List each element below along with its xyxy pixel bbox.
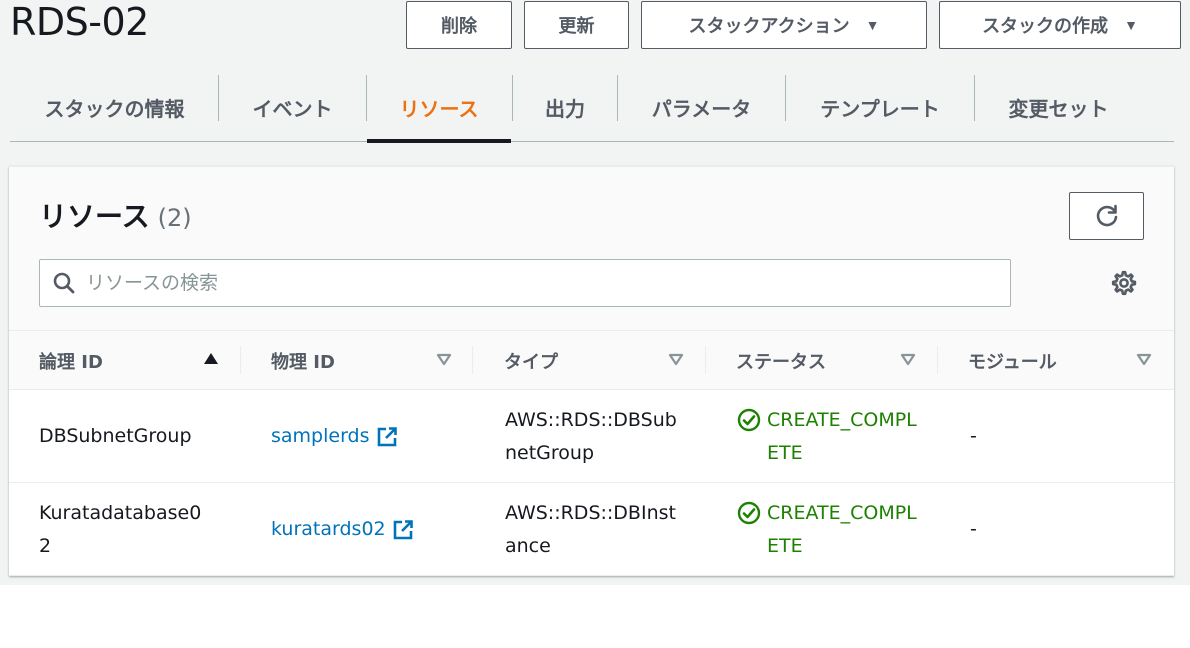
search-field[interactable] bbox=[39, 259, 1011, 307]
sort-down-outline-icon[interactable] bbox=[900, 352, 916, 366]
module-cell: - bbox=[970, 390, 1120, 483]
physical-id-cell: kuratards02 bbox=[271, 483, 471, 576]
update-button-label: 更新 bbox=[558, 16, 595, 36]
column-label: 論理 ID bbox=[39, 351, 103, 373]
search-input[interactable] bbox=[86, 272, 986, 294]
column-physical-id[interactable]: 物理 ID bbox=[271, 331, 473, 390]
panel-title: リソース (2) bbox=[39, 195, 192, 235]
physical-id-text: kuratards02 bbox=[271, 518, 386, 540]
tab-label: 変更セット bbox=[1008, 96, 1109, 121]
delete-button[interactable]: 削除 bbox=[406, 1, 512, 49]
table-row: Kuratadatabase02 kuratards02 AWS::RDS::D… bbox=[9, 483, 1174, 576]
table-header: 論理 ID 物理 ID タイプ ステータス モジュール bbox=[9, 331, 1174, 390]
tab-template[interactable]: テンプレート bbox=[786, 72, 974, 142]
tab-bar: スタックの情報 イベント リソース 出力 パラメータ テンプレート 変更セット bbox=[10, 72, 1174, 143]
tab-label: パラメータ bbox=[651, 96, 752, 121]
sort-down-outline-icon[interactable] bbox=[436, 352, 452, 366]
tab-label: イベント bbox=[252, 96, 333, 121]
column-module[interactable]: モジュール bbox=[968, 331, 1160, 390]
tab-label: スタックの情報 bbox=[44, 96, 185, 121]
sort-ascending-icon[interactable] bbox=[203, 352, 219, 366]
column-label: モジュール bbox=[968, 351, 1057, 373]
column-label: 物理 ID bbox=[271, 351, 335, 373]
tab-events[interactable]: イベント bbox=[219, 72, 366, 142]
column-type[interactable]: タイプ bbox=[504, 331, 706, 390]
status-cell: CREATE_COMPLETE bbox=[737, 390, 921, 483]
tab-stack-info[interactable]: スタックの情報 bbox=[10, 72, 219, 142]
gear-icon[interactable] bbox=[1110, 269, 1138, 297]
column-logical-id[interactable]: 論理 ID bbox=[39, 331, 241, 390]
caret-down-icon: ▼ bbox=[1124, 17, 1138, 33]
physical-id-link[interactable]: kuratards02 bbox=[271, 513, 414, 546]
physical-id-link[interactable]: samplerds bbox=[271, 420, 398, 453]
check-circle-icon bbox=[737, 408, 761, 431]
column-label: タイプ bbox=[504, 351, 558, 373]
stack-actions-dropdown[interactable]: スタックアクション ▼ bbox=[641, 1, 927, 49]
delete-button-label: 削除 bbox=[441, 16, 477, 36]
tab-label: 出力 bbox=[545, 96, 585, 121]
column-status[interactable]: ステータス bbox=[736, 331, 938, 390]
tab-change-sets[interactable]: 変更セット bbox=[975, 72, 1142, 142]
tab-outputs[interactable]: 出力 bbox=[513, 72, 617, 142]
logical-id-cell: Kuratadatabase02 bbox=[39, 483, 211, 576]
refresh-button[interactable] bbox=[1069, 192, 1144, 240]
status-text: CREATE_COMPLETE bbox=[767, 408, 917, 464]
tab-parameters[interactable]: パラメータ bbox=[618, 72, 785, 142]
logical-id-cell: DBSubnetGroup bbox=[39, 390, 239, 483]
external-link-icon bbox=[377, 426, 397, 446]
status-text: CREATE_COMPLETE bbox=[767, 501, 917, 557]
column-divider bbox=[705, 346, 706, 374]
module-cell: - bbox=[970, 483, 1120, 576]
status-cell: CREATE_COMPLETE bbox=[737, 483, 921, 576]
tab-resources[interactable]: リソース bbox=[367, 72, 511, 143]
panel-header: リソース (2) bbox=[9, 167, 1174, 331]
type-cell: AWS::RDS::DBInstance bbox=[505, 483, 681, 576]
stack-actions-label: スタックアクション bbox=[688, 16, 850, 36]
logical-id-text: DBSubnetGroup bbox=[39, 425, 192, 447]
sort-down-outline-icon[interactable] bbox=[1136, 352, 1152, 366]
logical-id-text: Kuratadatabase02 bbox=[39, 501, 202, 557]
resources-panel: リソース (2) リソースの検索 論理 ID 物理 ID タイプ ステータス モ… bbox=[9, 166, 1174, 576]
status-indicator: CREATE_COMPLETE bbox=[737, 497, 921, 563]
caret-down-icon: ▼ bbox=[865, 17, 880, 33]
resources-count: (2) bbox=[157, 204, 192, 232]
refresh-icon bbox=[1096, 204, 1117, 227]
check-circle-icon bbox=[737, 501, 761, 524]
page-title: RDS-02 bbox=[10, 0, 149, 44]
create-stack-dropdown[interactable]: スタックの作成 ▼ bbox=[939, 1, 1181, 49]
module-text: - bbox=[970, 425, 977, 447]
tab-label: テンプレート bbox=[820, 96, 940, 121]
tab-label: リソース bbox=[399, 96, 479, 121]
column-label: ステータス bbox=[736, 351, 826, 373]
type-cell: AWS::RDS::DBSubnetGroup bbox=[505, 390, 681, 483]
search-icon bbox=[52, 271, 76, 295]
table-row: DBSubnetGroup samplerds AWS::RDS::DBSubn… bbox=[9, 390, 1174, 483]
physical-id-text: samplerds bbox=[271, 425, 370, 447]
type-text: AWS::RDS::DBInstance bbox=[505, 501, 676, 557]
create-stack-label: スタックの作成 bbox=[982, 16, 1109, 36]
update-button[interactable]: 更新 bbox=[524, 1, 629, 49]
resources-title: リソース bbox=[39, 200, 150, 233]
column-divider bbox=[937, 346, 938, 374]
column-divider bbox=[240, 346, 241, 374]
column-divider bbox=[472, 346, 473, 374]
status-indicator: CREATE_COMPLETE bbox=[737, 404, 921, 470]
sort-down-outline-icon[interactable] bbox=[668, 352, 684, 366]
type-text: AWS::RDS::DBSubnetGroup bbox=[505, 408, 677, 464]
module-text: - bbox=[970, 518, 977, 540]
physical-id-cell: samplerds bbox=[271, 390, 471, 483]
external-link-icon bbox=[393, 519, 413, 539]
